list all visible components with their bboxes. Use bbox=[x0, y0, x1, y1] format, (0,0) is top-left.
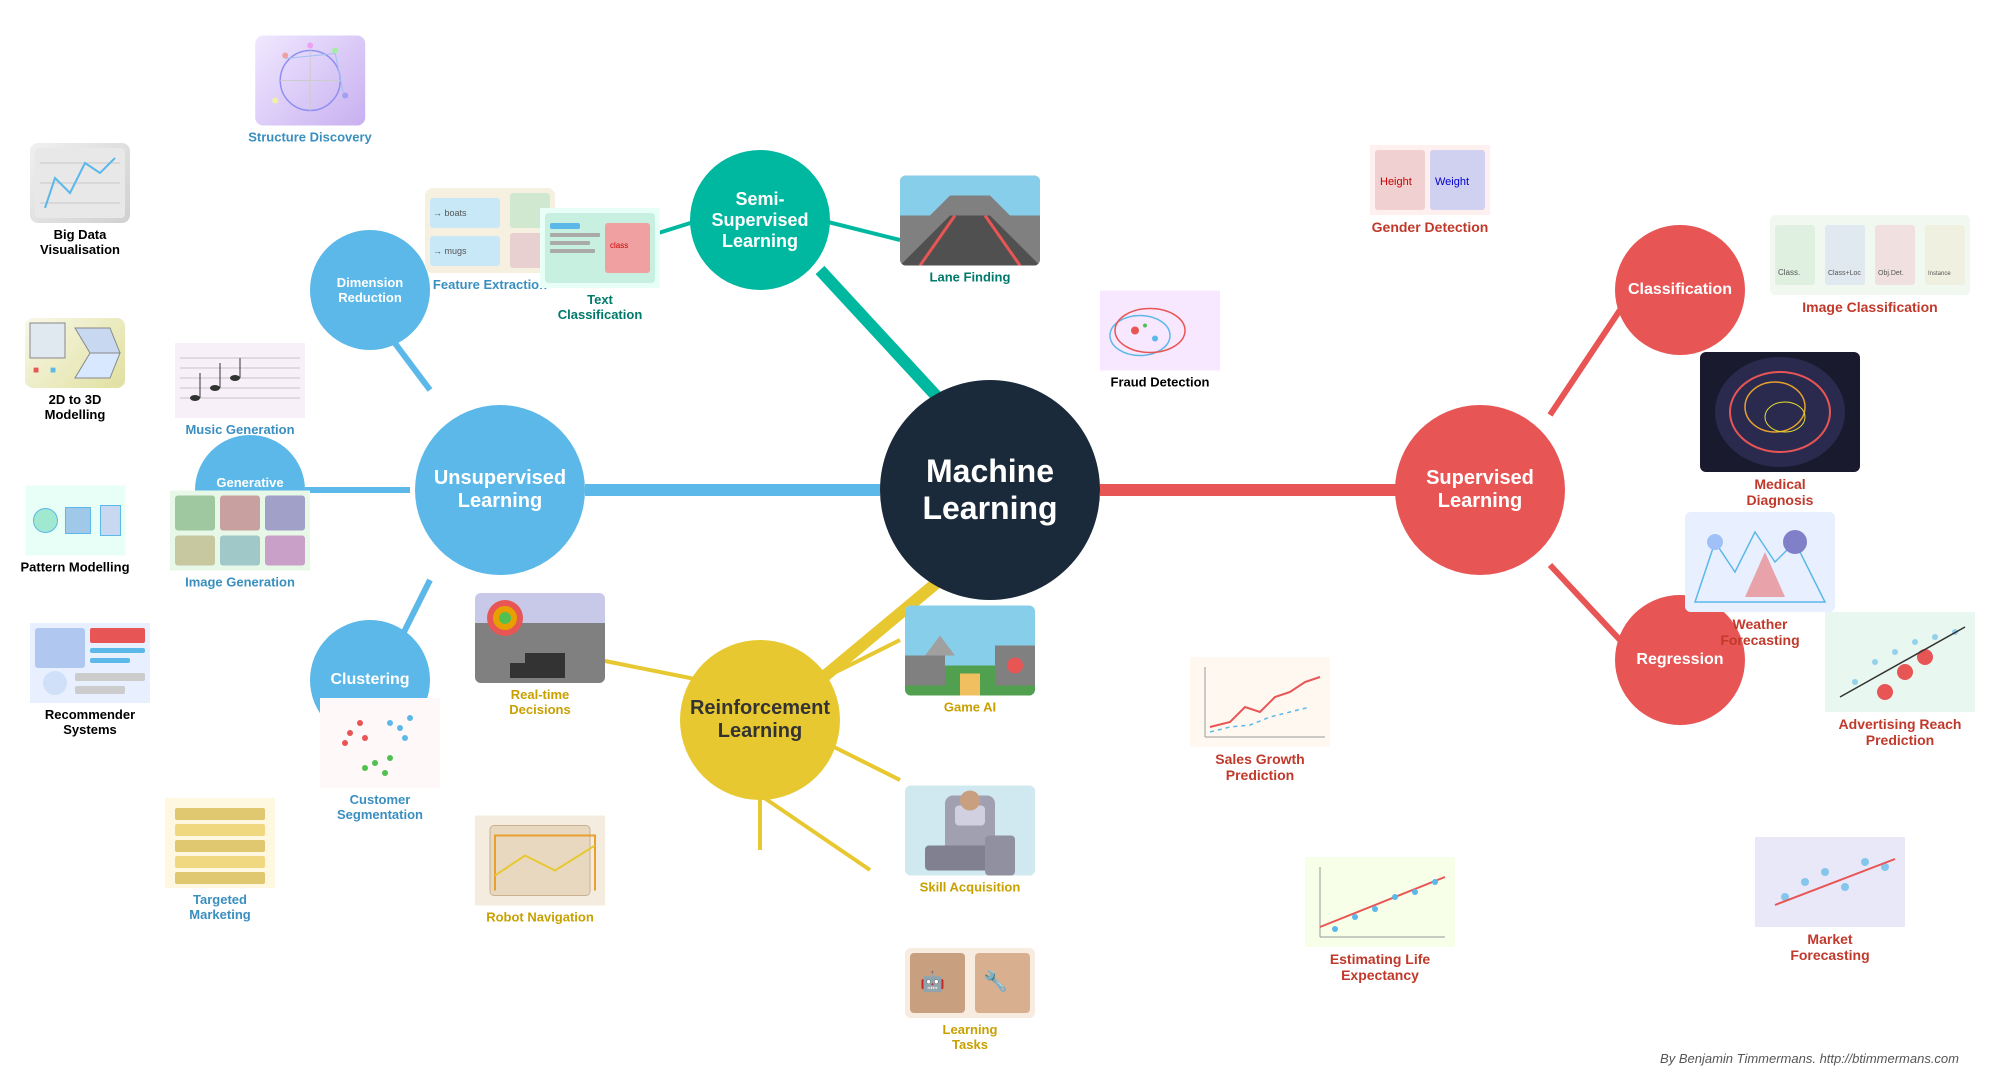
svg-text:Class+Loc: Class+Loc bbox=[1828, 270, 1861, 277]
item-structure-discovery: Structure Discovery bbox=[248, 36, 372, 145]
svg-text:Height: Height bbox=[1380, 176, 1412, 188]
credit-text: By Benjamin Timmermans. http://btimmerma… bbox=[1660, 1051, 1959, 1066]
item-market-forecasting: Market Forecasting bbox=[1755, 837, 1905, 963]
item-lane-finding: Lane Finding bbox=[900, 176, 1040, 285]
svg-text:class: class bbox=[610, 241, 628, 250]
item-fraud-detection: Fraud Detection bbox=[1100, 291, 1220, 390]
svg-text:■: ■ bbox=[33, 365, 39, 376]
item-pattern-modelling: Pattern Modelling bbox=[20, 486, 129, 575]
item-estimating-life: Estimating Life Expectancy bbox=[1305, 857, 1455, 983]
item-game-ai: Game AI bbox=[905, 606, 1035, 715]
svg-text:■: ■ bbox=[50, 365, 56, 376]
item-big-data: Big Data Visualisation bbox=[30, 143, 130, 257]
svg-text:🤖: 🤖 bbox=[920, 969, 945, 993]
item-real-time: Real-time Decisions bbox=[475, 593, 605, 717]
item-feature-extraction: → boats→ mugs Feature Extraction bbox=[425, 188, 555, 292]
item-2d-3d: ■■ 2D to 3D Modelling bbox=[25, 318, 125, 422]
item-music-generation: Music Generation bbox=[175, 343, 305, 437]
canvas: Machine Learning Unsupervised Learning S… bbox=[0, 0, 1989, 1084]
node-unsupervised: Unsupervised Learning bbox=[415, 405, 585, 575]
node-supervised: Supervised Learning bbox=[1395, 405, 1565, 575]
node-machine-learning: Machine Learning bbox=[880, 380, 1100, 600]
item-skill-acquisition: Skill Acquisition bbox=[905, 786, 1035, 895]
item-recommender: Recommender Systems bbox=[30, 623, 150, 737]
item-image-classification: Class. Class+Loc Obj.Det. Instance Image… bbox=[1770, 215, 1970, 315]
item-customer-segmentation: Customer Segmentation bbox=[320, 698, 440, 822]
svg-text:Obj.Det.: Obj.Det. bbox=[1878, 270, 1904, 277]
item-targeted-marketing: Targeted Marketing bbox=[165, 798, 275, 922]
item-weather-forecasting: Weather Forecasting bbox=[1685, 512, 1835, 648]
svg-text:Weight: Weight bbox=[1435, 176, 1469, 188]
svg-text:→ boats: → boats bbox=[433, 208, 467, 218]
item-gender-detection: HeightWeight Gender Detection bbox=[1370, 145, 1490, 235]
item-medical-diagnosis: Medical Diagnosis bbox=[1700, 352, 1860, 508]
item-learning-tasks: 🤖🔧 Learning Tasks bbox=[905, 948, 1035, 1052]
svg-text:Instance: Instance bbox=[1928, 271, 1951, 277]
item-image-generation: Image Generation bbox=[170, 491, 310, 590]
svg-text:→ mugs: → mugs bbox=[433, 246, 467, 256]
item-text-classification: class Text Classification bbox=[540, 208, 660, 322]
svg-text:🔧: 🔧 bbox=[983, 969, 1008, 993]
svg-text:Class.: Class. bbox=[1778, 268, 1800, 277]
item-robot-navigation: Robot Navigation bbox=[475, 816, 605, 925]
node-reinforcement: Reinforcement Learning bbox=[680, 640, 840, 800]
node-semisupervised: Semi- Supervised Learning bbox=[690, 150, 830, 290]
item-advertising-reach: Advertising Reach Prediction bbox=[1825, 612, 1975, 748]
node-dimension-reduction: Dimension Reduction bbox=[310, 230, 430, 350]
item-sales-growth: Sales Growth Prediction bbox=[1190, 657, 1330, 783]
node-classification: Classification bbox=[1615, 225, 1745, 355]
